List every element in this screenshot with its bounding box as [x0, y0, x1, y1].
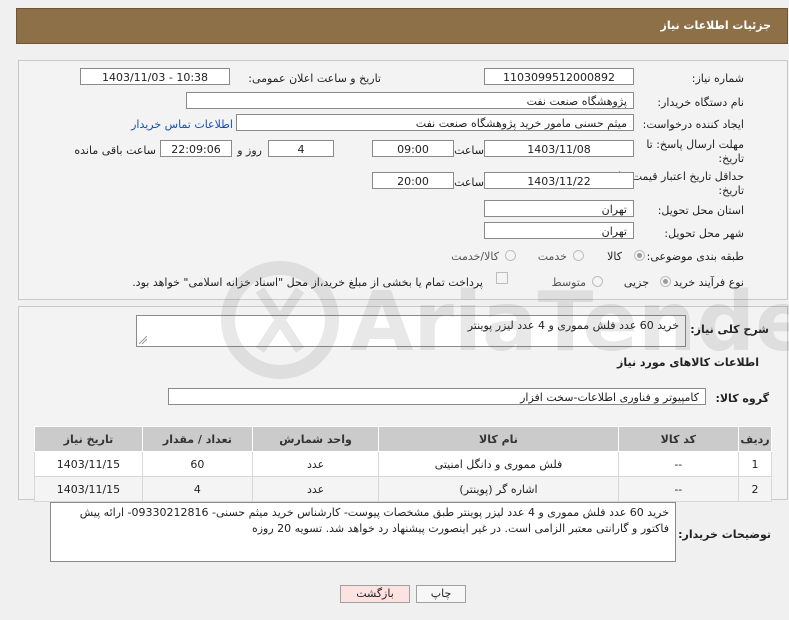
cell-unit: عدد [251, 451, 380, 477]
cell-quantity: 4 [141, 476, 253, 502]
column-header-quantity: تعداد / مقدار [141, 426, 253, 452]
buyer-org-label: نام دستگاه خریدار: [657, 96, 744, 109]
category-label: طبقه بندی موضوعی: [646, 250, 744, 263]
process-radio-minor[interactable] [660, 276, 671, 287]
creator-field[interactable]: میثم حسنی مامور خرید پژوهشگاه صنعت نفت [236, 114, 634, 131]
resize-handle-icon[interactable] [139, 336, 147, 344]
buyer-org-field[interactable]: پژوهشگاه صنعت نفت [186, 92, 634, 109]
days-label: روز و [237, 144, 262, 157]
print-button[interactable]: چاپ [416, 585, 466, 603]
process-option-medium: متوسط [551, 276, 586, 289]
cell-unit: عدد [251, 476, 380, 502]
goods-table: ردیف کد کالا نام کالا واحد شمارش تعداد /… [34, 426, 773, 502]
price-validity-label: حداقل تاریخ اعتبار قیمت: تا [618, 170, 744, 183]
reply-time-label: ساعت [454, 144, 484, 157]
process-option-minor: جزیی [623, 276, 649, 289]
description-text: خرید 60 عدد فلش مموری و 4 عدد لیزر پوینت… [467, 319, 679, 332]
cell-name: فلش مموری و دانگل امنیتی [378, 451, 619, 477]
back-button[interactable]: بازگشت [340, 585, 410, 603]
cell-quantity: 60 [141, 451, 253, 477]
category-radio-goods[interactable] [634, 250, 645, 261]
cell-need-date: 1403/11/15 [34, 476, 143, 502]
column-header-row-number: ردیف [737, 426, 773, 452]
category-option-service: خدمت [537, 250, 567, 263]
reply-deadline-label-date: تاریخ: [718, 152, 744, 165]
category-radio-service[interactable] [573, 250, 584, 261]
need-number-label: شماره نیاز: [691, 72, 744, 85]
buyer-notes-textarea[interactable]: خرید 60 عدد فلش مموری و 4 عدد لیزر پوینت… [50, 502, 676, 562]
buyer-notes-label: توضیحات خریدار: [678, 528, 771, 541]
cell-need-date: 1403/11/15 [34, 451, 143, 477]
goods-group-field[interactable]: کامپیوتر و فناوری اطلاعات-سخت افزار [168, 388, 706, 405]
announce-datetime-field[interactable]: 1403/11/03 - 10:38 [80, 68, 230, 85]
validity-time-field[interactable]: 20:00 [372, 172, 454, 189]
column-header-name: نام کالا [378, 426, 619, 452]
goods-table-header: ردیف کد کالا نام کالا واحد شمارش تعداد /… [34, 426, 773, 452]
announce-datetime-label: تاریخ و ساعت اعلان عمومی: [248, 72, 381, 85]
goods-section-title: اطلاعات کالاهای مورد نیاز [617, 356, 759, 369]
city-label: شهر محل تحویل: [664, 227, 744, 240]
reply-deadline-label: مهلت ارسال پاسخ: تا [646, 138, 744, 151]
cell-row-number: 2 [737, 476, 773, 502]
category-radio-goods-service[interactable] [505, 250, 516, 261]
reply-date-field[interactable]: 1403/11/08 [484, 140, 634, 157]
creator-label: ایجاد کننده درخواست: [642, 118, 744, 131]
reply-time-field[interactable]: 09:00 [372, 140, 454, 157]
description-textarea[interactable]: خرید 60 عدد فلش مموری و 4 عدد لیزر پوینت… [136, 315, 686, 347]
province-field[interactable]: تهران [484, 200, 634, 217]
cell-row-number: 1 [737, 451, 773, 477]
treasury-payment-checkbox[interactable] [496, 272, 508, 284]
buyer-contact-link[interactable]: اطلاعات تماس خریدار [131, 118, 233, 131]
price-validity-label-date: تاریخ: [718, 184, 744, 197]
province-label: استان محل تحویل: [657, 204, 744, 217]
validity-time-label: ساعت [454, 176, 484, 189]
process-label: نوع فرآیند خرید : [666, 276, 744, 289]
treasury-payment-note: پرداخت تمام یا بخشی از مبلغ خرید،از محل … [132, 276, 483, 289]
table-row[interactable]: 1 -- فلش مموری و دانگل امنیتی عدد 60 140… [34, 451, 773, 477]
remaining-time-label: ساعت باقی مانده [74, 144, 156, 157]
column-header-need-date: تاریخ نیاز [34, 426, 143, 452]
city-field[interactable]: تهران [484, 222, 634, 239]
remaining-time-field[interactable]: 22:09:06 [160, 140, 232, 157]
page-header: جزئیات اطلاعات نیاز [16, 8, 788, 44]
goods-group-label: گروه کالا: [715, 392, 769, 405]
description-label: شرح کلی نیاز: [690, 323, 769, 336]
cell-code: -- [617, 451, 739, 477]
column-header-code: کد کالا [617, 426, 739, 452]
validity-date-field[interactable]: 1403/11/22 [484, 172, 634, 189]
process-radio-medium[interactable] [592, 276, 603, 287]
need-number-field[interactable]: 1103099512000892 [484, 68, 634, 85]
page-title: جزئیات اطلاعات نیاز [660, 19, 772, 32]
table-row[interactable]: 2 -- اشاره گر (پوینتر) عدد 4 1403/11/15 [34, 476, 773, 502]
days-remaining-field[interactable]: 4 [268, 140, 334, 157]
cell-code: -- [617, 476, 739, 502]
category-option-goods-service: کالا/خدمت [451, 250, 499, 263]
column-header-unit: واحد شمارش [251, 426, 380, 452]
buyer-notes-text: خرید 60 عدد فلش مموری و 4 عدد لیزر پوینت… [79, 506, 669, 535]
category-option-goods: کالا [607, 250, 622, 263]
cell-name: اشاره گر (پوینتر) [378, 476, 619, 502]
